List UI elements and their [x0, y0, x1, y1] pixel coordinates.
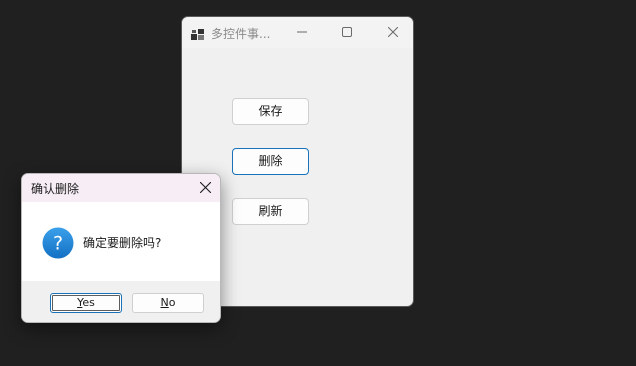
close-icon: [388, 27, 398, 37]
minimize-button[interactable]: [280, 17, 324, 48]
confirm-delete-dialog: 确认删除 ? 确定要删除吗? Yes No: [21, 173, 221, 323]
question-icon: ?: [42, 227, 74, 259]
delete-button[interactable]: 删除: [232, 148, 309, 175]
desktop: 多控件事... 保存 删除 刷新 确认删除 ? 确定要删除吗? Yes No: [0, 0, 636, 366]
no-mnemonic: N: [160, 296, 169, 309]
refresh-button[interactable]: 刷新: [232, 198, 309, 225]
maximize-icon: [342, 27, 352, 37]
app-icon: [191, 26, 205, 40]
dialog-titlebar[interactable]: 确认删除: [22, 174, 220, 202]
no-label-rest: o: [168, 296, 176, 309]
close-button[interactable]: [371, 17, 413, 48]
yes-button[interactable]: Yes: [50, 293, 122, 313]
dialog-button-bar: Yes No: [22, 281, 220, 322]
svg-text:?: ?: [53, 233, 63, 255]
dialog-close-button[interactable]: [194, 177, 218, 199]
close-icon: [200, 182, 211, 193]
dialog-title: 确认删除: [31, 182, 80, 196]
main-titlebar[interactable]: 多控件事...: [182, 17, 413, 48]
window-title: 多控件事...: [211, 27, 271, 41]
no-button[interactable]: No: [132, 293, 204, 313]
maximize-button[interactable]: [325, 17, 369, 48]
yes-label-rest: es: [82, 296, 95, 309]
save-button[interactable]: 保存: [232, 98, 309, 125]
dialog-message: 确定要删除吗?: [83, 236, 162, 250]
minimize-icon: [297, 31, 307, 33]
